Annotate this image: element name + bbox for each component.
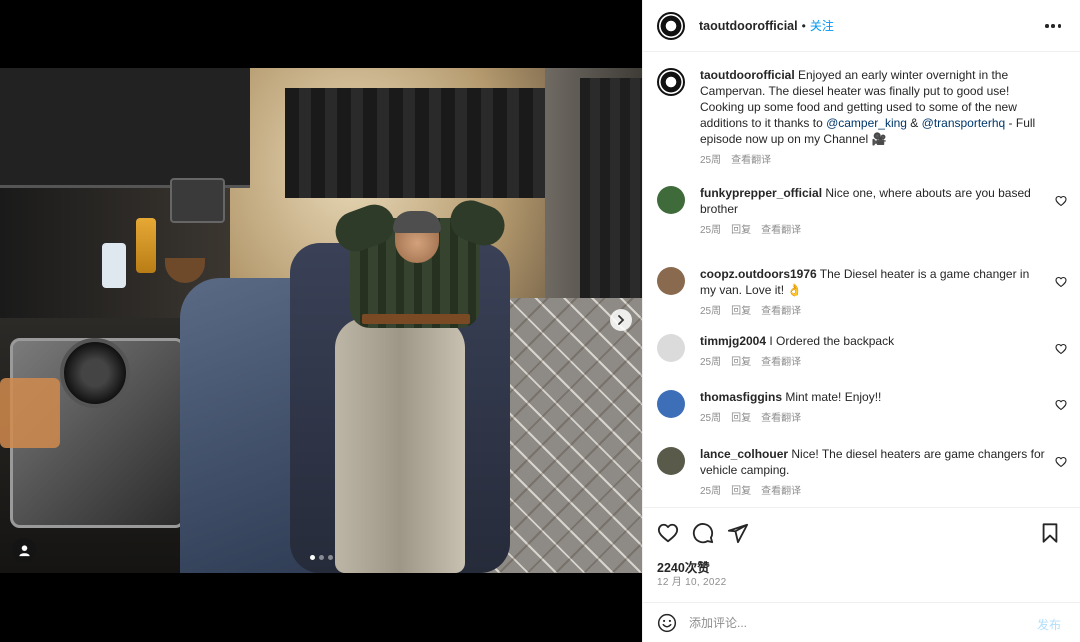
commenter-username[interactable]: timmjg2004 [700, 334, 766, 348]
commenter-username[interactable]: lance_colhouer [700, 447, 788, 461]
like-heart-icon[interactable] [657, 522, 679, 544]
emoji-icon[interactable] [657, 613, 677, 633]
user-icon [18, 544, 30, 556]
more-options-icon[interactable] [1045, 24, 1061, 28]
post-actions: 2240次赞 12 月 10, 2022 发布 [643, 507, 1080, 642]
comment-meta: 25周 回复 查看翻译 [700, 484, 1045, 500]
share-send-icon[interactable] [727, 522, 749, 544]
follow-button[interactable]: 关注 [810, 17, 834, 34]
photo-curtain-right [580, 78, 642, 298]
photo-bag [0, 378, 60, 448]
commenter-username[interactable]: coopz.outdoors1976 [700, 267, 817, 281]
comment-reply-link[interactable]: 回复 [731, 223, 751, 239]
comment-like-heart-icon[interactable] [1055, 343, 1067, 355]
photo-bottle [136, 218, 156, 273]
carousel-next-button[interactable] [610, 309, 632, 331]
comment-item: timmjg2004 I Ordered the backpack 25周 回复 查看… [657, 333, 1069, 371]
post-date: 12 月 10, 2022 [657, 577, 727, 588]
comment-like-heart-icon[interactable] [1055, 276, 1067, 288]
comment-item: coopz.outdoors1976 The Diesel heater is … [657, 266, 1069, 320]
comment-translate-link[interactable]: 查看翻译 [761, 484, 801, 500]
commenter-avatar[interactable] [657, 390, 685, 418]
comment-timestamp: 25周 [700, 306, 722, 317]
comment-input[interactable] [689, 616, 1009, 630]
photo-can [102, 243, 126, 288]
mention-link-transporterhq[interactable]: @transporterhq [922, 116, 1006, 130]
comment-reply-link[interactable]: 回复 [731, 484, 751, 500]
comment-meta: 25周 回复 查看翻译 [700, 223, 1045, 239]
comment-text: I Ordered the backpack [766, 334, 895, 348]
comment-item: thomasfiggins Mint mate! Enjoy!! 25周 回复 查看翻… [657, 389, 1069, 427]
add-comment-bar: 发布 [643, 602, 1080, 642]
commenter-username[interactable]: funkyprepper_official [700, 186, 822, 200]
author-avatar[interactable] [657, 11, 685, 40]
comment-translate-link[interactable]: 查看翻译 [761, 304, 801, 320]
comment-like-heart-icon[interactable] [1055, 456, 1067, 468]
comment-timestamp: 25周 [700, 413, 722, 424]
tagged-users-button[interactable] [12, 538, 36, 562]
photo-curtain [285, 88, 545, 198]
mention-link-camper-king[interactable]: @camper_king [826, 116, 907, 130]
photo-fan [60, 338, 130, 408]
commenter-avatar[interactable] [657, 186, 685, 214]
post-caption: taoutdoorofficial Enjoyed an early winte… [657, 67, 1069, 169]
photo-person-belt [362, 314, 470, 324]
comment-meta: 25周 回复 查看翻译 [700, 355, 1045, 371]
bookmark-icon[interactable] [1039, 522, 1061, 544]
carousel-indicator [310, 555, 333, 560]
post-comment-button[interactable]: 发布 [1037, 616, 1061, 633]
comment-meta: 25周 回复 查看翻译 [700, 411, 1045, 427]
photo-cabinet [0, 68, 250, 188]
comment-icon[interactable] [692, 522, 714, 544]
carousel-dot [319, 555, 324, 560]
action-icons [657, 522, 749, 544]
carousel-dot [328, 555, 333, 560]
commenter-avatar[interactable] [657, 267, 685, 295]
post-side-panel: taoutdoorofficial • 关注 taoutdoorofficial… [642, 0, 1080, 642]
comment-translate-link[interactable]: 查看翻译 [761, 411, 801, 427]
comment-reply-link[interactable]: 回复 [731, 304, 751, 320]
header-separator: • [801, 18, 806, 33]
comment-item: lance_colhouer Nice! The diesel heaters … [657, 446, 1069, 500]
caption-translate-link[interactable]: 查看翻译 [731, 153, 771, 169]
photo-person-legs [335, 318, 465, 573]
comment-like-heart-icon[interactable] [1055, 399, 1067, 411]
photo-person-beanie [393, 211, 441, 233]
photo-control-panel [170, 178, 225, 223]
commenter-avatar[interactable] [657, 334, 685, 362]
comment-timestamp: 25周 [700, 225, 722, 236]
comment-translate-link[interactable]: 查看翻译 [761, 223, 801, 239]
comment-reply-link[interactable]: 回复 [731, 411, 751, 427]
comment-like-heart-icon[interactable] [1055, 195, 1067, 207]
caption-meta: 25周 查看翻译 [700, 153, 1045, 169]
carousel-dot [310, 555, 315, 560]
comment-timestamp: 25周 [700, 357, 722, 368]
comment-reply-link[interactable]: 回复 [731, 355, 751, 371]
caption-timestamp: 25周 [700, 155, 722, 166]
post-header: taoutdoorofficial • 关注 [643, 0, 1080, 52]
commenter-avatar[interactable] [657, 447, 685, 475]
comment-timestamp: 25周 [700, 486, 722, 497]
chevron-right-icon [618, 315, 625, 325]
comment-meta: 25周 回复 查看翻译 [700, 304, 1045, 320]
commenter-username[interactable]: thomasfiggins [700, 390, 782, 404]
post-photo[interactable] [0, 68, 642, 573]
caption-text-mid: & [906, 116, 922, 130]
comment-item: funkyprepper_official Nice one, where ab… [657, 185, 1069, 239]
caption-username[interactable]: taoutdoorofficial [700, 68, 795, 82]
comment-text: Mint mate! Enjoy!! [782, 390, 882, 404]
post-media [0, 0, 642, 642]
comments-section[interactable]: taoutdoorofficial Enjoyed an early winte… [643, 52, 1080, 507]
author-username[interactable]: taoutdoorofficial [699, 19, 798, 33]
comment-translate-link[interactable]: 查看翻译 [761, 355, 801, 371]
caption-author-avatar[interactable] [657, 68, 685, 96]
